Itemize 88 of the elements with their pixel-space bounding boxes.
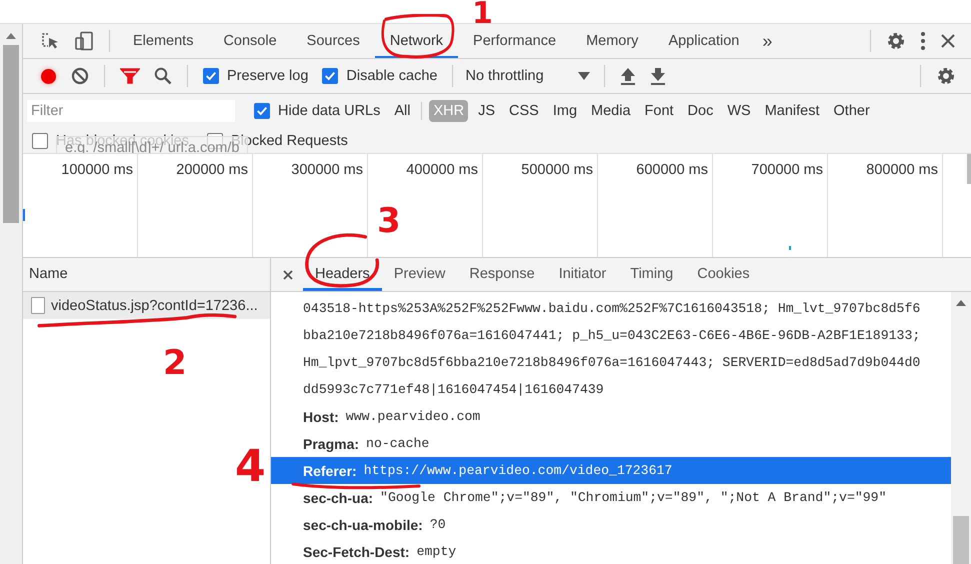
panel-tab[interactable]: Elements — [118, 24, 208, 58]
header-value: no-cache — [366, 436, 430, 451]
header-value: Hm_lpvt_9707bc8d5f6bba210e7218b8496f076a=1616047443; SERVERID=ed8d5ad7d9b044d0 — [303, 355, 920, 370]
annotation-number: 4 — [235, 445, 266, 489]
type-filter[interactable]: Other — [830, 100, 874, 122]
header-row[interactable]: sec-ch-ua-mobile: ?0 — [271, 511, 951, 538]
type-filter[interactable]: WS — [723, 100, 755, 122]
panel-tab[interactable]: Network — [374, 24, 458, 58]
header-value: www.pearvideo.com — [346, 409, 480, 424]
scroll-up-icon[interactable] — [6, 33, 16, 39]
checkmark-icon — [256, 105, 268, 117]
settings-icon[interactable] — [886, 31, 906, 51]
detail-tab[interactable]: Preview — [382, 258, 458, 291]
menu-icon[interactable] — [920, 31, 926, 51]
header-row[interactable]: sec-ch-ua: "Google Chrome";v="89", "Chromium";v="89", ";Not A Brand";v="99" — [271, 484, 951, 511]
settings-icon[interactable] — [936, 66, 956, 86]
scrollbar[interactable] — [967, 154, 971, 184]
scrollbar-thumb[interactable] — [3, 45, 19, 223]
header-name: Host: — [303, 408, 339, 424]
caret-icon — [578, 72, 590, 80]
header-name: Referer: — [303, 462, 357, 478]
upload-icon[interactable] — [620, 67, 636, 85]
header-value: dd5993c7c771ef48|1616047454|1616047439 — [303, 382, 604, 397]
close-icon[interactable] — [283, 270, 293, 280]
header-row[interactable]: Host: www.pearvideo.com — [271, 403, 951, 430]
type-filter[interactable]: JS — [474, 100, 500, 122]
header-value: bba210e7218b8496f076a=1616047441; p_h5_u=043C2E63-C6E6-4B6E-96DB-A2BF1E189133; — [303, 328, 920, 343]
annotation-number: 2 — [163, 346, 187, 380]
type-filter[interactable]: Manifest — [760, 100, 824, 122]
timeline-tick: 500000 ms — [521, 162, 593, 178]
timeline-bar — [789, 246, 791, 250]
timeline-tick: 100000 ms — [61, 162, 133, 178]
file-icon — [31, 297, 45, 314]
panel-tab[interactable]: Application — [653, 24, 754, 58]
timeline-tick: 800000 ms — [866, 162, 938, 178]
header-name: Sec-Fetch-Dest: — [303, 544, 410, 560]
header-value: https://www.pearvideo.com/video_1723617 — [364, 463, 672, 478]
preserve-log-checkbox[interactable]: Preserve log — [203, 68, 308, 84]
timeline-tick: 300000 ms — [291, 162, 363, 178]
download-icon[interactable] — [650, 67, 666, 85]
header-name: sec-ch-ua: — [303, 490, 374, 506]
annotation-number: 3 — [377, 204, 401, 238]
checkmark-icon — [324, 70, 336, 82]
header-value: ?0 — [430, 517, 446, 532]
filter-icon[interactable] — [120, 67, 140, 85]
throttling-select[interactable]: No throttling — [461, 68, 596, 84]
inspect-icon[interactable] — [40, 32, 60, 50]
header-value: "Google Chrome";v="89", "Chromium";v="89", ";Not A Brand";v="99" — [380, 490, 887, 505]
column-header[interactable]: Name — [23, 258, 270, 292]
checkmark-icon — [205, 70, 217, 82]
header-row[interactable]: Sec-Fetch-Dest: empty — [271, 538, 951, 564]
type-filter[interactable]: All — [390, 100, 414, 122]
more-tabs-button[interactable]: » — [754, 30, 780, 52]
record-button[interactable] — [41, 68, 56, 84]
panel-tab[interactable]: Console — [208, 24, 292, 58]
panel-tab[interactable]: Sources — [292, 24, 375, 58]
timeline-bar — [23, 209, 25, 221]
device-icon[interactable] — [74, 31, 94, 51]
scrollbar-thumb[interactable] — [953, 516, 969, 564]
timeline-tick: 200000 ms — [176, 162, 248, 178]
header-value: 043518-https%253A%252F%252Fwww.baidu.com%252F%7C1616043518; Hm_lvt_9707bc8d5f6 — [303, 301, 920, 316]
scroll-up-icon[interactable] — [956, 300, 966, 306]
header-row[interactable]: Pragma: no-cache — [271, 430, 951, 457]
search-icon[interactable] — [154, 67, 172, 85]
type-filter[interactable]: Img — [548, 100, 582, 122]
filter-field[interactable]: Filter — [27, 100, 235, 122]
detail-tab[interactable]: Timing — [618, 258, 686, 291]
detail-tab[interactable]: Initiator — [546, 258, 618, 291]
type-filter[interactable]: Doc — [684, 100, 718, 122]
header-value: empty — [416, 544, 456, 559]
header-name: Pragma: — [303, 436, 360, 452]
disable-cache-checkbox[interactable]: Disable cache — [322, 68, 438, 84]
type-filter[interactable]: Media — [587, 100, 635, 122]
clear-icon[interactable] — [71, 67, 89, 85]
timeline-tick: 400000 ms — [406, 162, 478, 178]
detail-tab[interactable]: Response — [457, 258, 547, 291]
timeline-tick: 600000 ms — [636, 162, 708, 178]
close-icon[interactable] — [940, 33, 956, 49]
detail-tab[interactable]: Cookies — [685, 258, 762, 291]
timeline-tick: 700000 ms — [751, 162, 823, 178]
detail-tab[interactable]: Headers — [303, 258, 382, 291]
header-row[interactable]: Referer: https://www.pearvideo.com/video_1723617 — [271, 457, 951, 484]
hide-data-urls-checkbox[interactable]: Hide data URLs — [254, 103, 380, 119]
type-filter[interactable]: Font — [640, 100, 678, 122]
type-filter[interactable]: CSS — [505, 100, 543, 122]
panel-tab[interactable]: Memory — [571, 24, 654, 58]
request-row[interactable]: videoStatus.jsp?contId=17236... — [23, 292, 270, 319]
header-name: sec-ch-ua-mobile: — [303, 516, 423, 532]
